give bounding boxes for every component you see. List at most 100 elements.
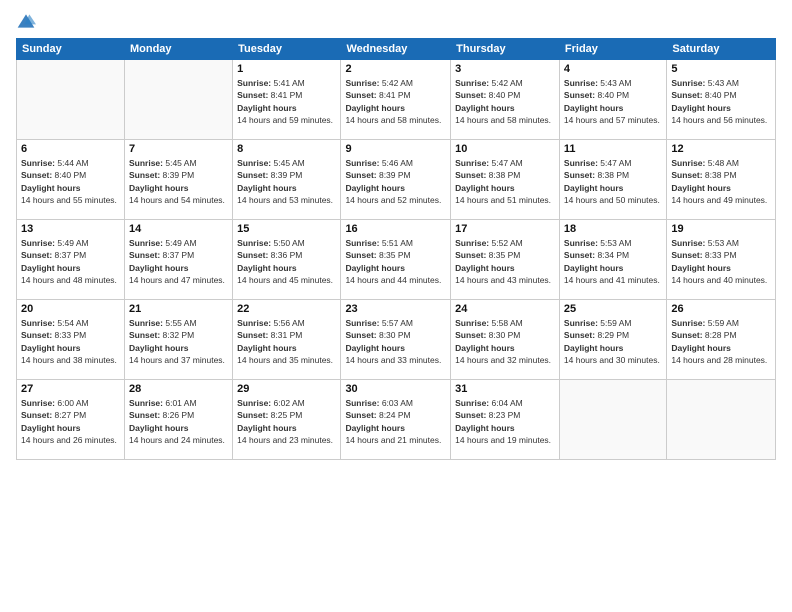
day-number: 20 (21, 303, 120, 315)
day-info: Sunrise: 5:47 AMSunset: 8:38 PMDaylight … (564, 157, 662, 206)
daylight-label: Daylight hours (455, 343, 515, 353)
sunrise-label: Sunrise: (671, 158, 705, 168)
day-number: 15 (237, 223, 336, 235)
day-number: 21 (129, 303, 228, 315)
day-info: Sunrise: 5:41 AMSunset: 8:41 PMDaylight … (237, 77, 336, 126)
day-number: 8 (237, 143, 336, 155)
weekday-header-friday: Friday (559, 39, 666, 60)
day-info: Sunrise: 5:45 AMSunset: 8:39 PMDaylight … (237, 157, 336, 206)
day-info: Sunrise: 5:50 AMSunset: 8:36 PMDaylight … (237, 237, 336, 286)
day-number: 31 (455, 383, 555, 395)
daylight-label: Daylight hours (671, 183, 731, 193)
sunset-label: Sunset: (455, 90, 486, 100)
logo (16, 12, 40, 30)
sunset-label: Sunset: (455, 250, 486, 260)
sunrise-label: Sunrise: (345, 78, 379, 88)
calendar-cell: 5Sunrise: 5:43 AMSunset: 8:40 PMDaylight… (667, 60, 776, 140)
day-info: Sunrise: 6:00 AMSunset: 8:27 PMDaylight … (21, 397, 120, 446)
daylight-label: Daylight hours (129, 343, 189, 353)
day-info: Sunrise: 5:59 AMSunset: 8:29 PMDaylight … (564, 317, 662, 366)
day-number: 30 (345, 383, 446, 395)
sunset-label: Sunset: (345, 410, 376, 420)
sunset-label: Sunset: (455, 330, 486, 340)
header (16, 12, 776, 30)
calendar-cell: 15 Sunrise: 5:50 AMSunset: 8:36 PMDayligh… (233, 220, 341, 300)
daylight-label: Daylight hours (129, 423, 189, 433)
calendar-cell: 1Sunrise: 5:41 AMSunset: 8:41 PMDaylight… (233, 60, 341, 140)
daylight-label: Daylight hours (237, 263, 297, 273)
sunrise-label: Sunrise: (455, 318, 489, 328)
sunset-label: Sunset: (237, 90, 268, 100)
day-info: Sunrise: 5:46 AMSunset: 8:39 PMDaylight … (345, 157, 446, 206)
calendar-cell: 30Sunrise: 6:03 AMSunset: 8:24 PMDayligh… (341, 380, 451, 460)
day-info: Sunrise: 5:49 AMSunset: 8:37 PMDaylight … (129, 237, 228, 286)
day-number: 4 (564, 63, 662, 75)
daylight-label: Daylight hours (564, 343, 624, 353)
sunrise-label: Sunrise: (21, 158, 55, 168)
day-number: 11 (564, 143, 662, 155)
daylight-label: Daylight hours (345, 183, 405, 193)
day-info: Sunrise: 5:47 AMSunset: 8:38 PMDaylight … (455, 157, 555, 206)
sunset-label: Sunset: (237, 250, 268, 260)
sunset-label: Sunset: (129, 250, 160, 260)
calendar-cell: 8 Sunrise: 5:45 AMSunset: 8:39 PMDaylight… (233, 140, 341, 220)
sunrise-label: Sunrise: (237, 238, 271, 248)
day-number: 23 (345, 303, 446, 315)
daylight-label: Daylight hours (455, 103, 515, 113)
calendar-cell: 17Sunrise: 5:52 AMSunset: 8:35 PMDayligh… (451, 220, 560, 300)
sunrise-label: Sunrise: (345, 238, 379, 248)
day-info: Sunrise: 5:59 AMSunset: 8:28 PMDaylight … (671, 317, 771, 366)
day-number: 9 (345, 143, 446, 155)
sunset-label: Sunset: (237, 410, 268, 420)
day-info: Sunrise: 5:55 AMSunset: 8:32 PMDaylight … (129, 317, 228, 366)
day-number: 22 (237, 303, 336, 315)
day-number: 14 (129, 223, 228, 235)
sunrise-label: Sunrise: (237, 78, 271, 88)
day-info: Sunrise: 5:42 AMSunset: 8:41 PMDaylight … (345, 77, 446, 126)
sunset-label: Sunset: (564, 250, 595, 260)
day-number: 18 (564, 223, 662, 235)
day-info: Sunrise: 5:48 AMSunset: 8:38 PMDaylight … (671, 157, 771, 206)
day-number: 6 (21, 143, 120, 155)
logo-icon (16, 12, 36, 30)
daylight-label: Daylight hours (671, 263, 731, 273)
sunset-label: Sunset: (345, 330, 376, 340)
day-number: 10 (455, 143, 555, 155)
daylight-label: Daylight hours (237, 103, 297, 113)
sunrise-label: Sunrise: (129, 318, 163, 328)
daylight-label: Daylight hours (21, 263, 81, 273)
day-number: 29 (237, 383, 336, 395)
sunrise-label: Sunrise: (564, 158, 598, 168)
calendar-cell: 29Sunrise: 6:02 AMSunset: 8:25 PMDayligh… (233, 380, 341, 460)
weekday-header-tuesday: Tuesday (233, 39, 341, 60)
sunrise-label: Sunrise: (564, 318, 598, 328)
daylight-label: Daylight hours (345, 263, 405, 273)
day-info: Sunrise: 5:42 AMSunset: 8:40 PMDaylight … (455, 77, 555, 126)
day-info: Sunrise: 5:53 AMSunset: 8:34 PMDaylight … (564, 237, 662, 286)
sunrise-label: Sunrise: (129, 398, 163, 408)
day-info: Sunrise: 5:56 AMSunset: 8:31 PMDaylight … (237, 317, 336, 366)
day-info: Sunrise: 5:53 AMSunset: 8:33 PMDaylight … (671, 237, 771, 286)
day-info: Sunrise: 5:58 AMSunset: 8:30 PMDaylight … (455, 317, 555, 366)
sunset-label: Sunset: (237, 330, 268, 340)
calendar-cell: 18 Sunrise: 5:53 AMSunset: 8:34 PMDayligh… (559, 220, 666, 300)
week-row-0: 1Sunrise: 5:41 AMSunset: 8:41 PMDaylight… (17, 60, 776, 140)
sunrise-label: Sunrise: (455, 158, 489, 168)
calendar-cell: 24Sunrise: 5:58 AMSunset: 8:30 PMDayligh… (451, 300, 560, 380)
week-row-4: 27Sunrise: 6:00 AMSunset: 8:27 PMDayligh… (17, 380, 776, 460)
page: SundayMondayTuesdayWednesdayThursdayFrid… (0, 0, 792, 612)
sunrise-label: Sunrise: (345, 398, 379, 408)
sunset-label: Sunset: (671, 90, 702, 100)
sunset-label: Sunset: (21, 410, 52, 420)
day-info: Sunrise: 5:44 AMSunset: 8:40 PMDaylight … (21, 157, 120, 206)
sunrise-label: Sunrise: (21, 318, 55, 328)
sunrise-label: Sunrise: (237, 318, 271, 328)
sunset-label: Sunset: (671, 170, 702, 180)
sunrise-label: Sunrise: (21, 398, 55, 408)
day-number: 28 (129, 383, 228, 395)
daylight-label: Daylight hours (564, 103, 624, 113)
calendar-cell: 21 Sunrise: 5:55 AMSunset: 8:32 PMDayligh… (124, 300, 232, 380)
daylight-label: Daylight hours (237, 183, 297, 193)
calendar-cell: 2Sunrise: 5:42 AMSunset: 8:41 PMDaylight… (341, 60, 451, 140)
daylight-label: Daylight hours (345, 343, 405, 353)
